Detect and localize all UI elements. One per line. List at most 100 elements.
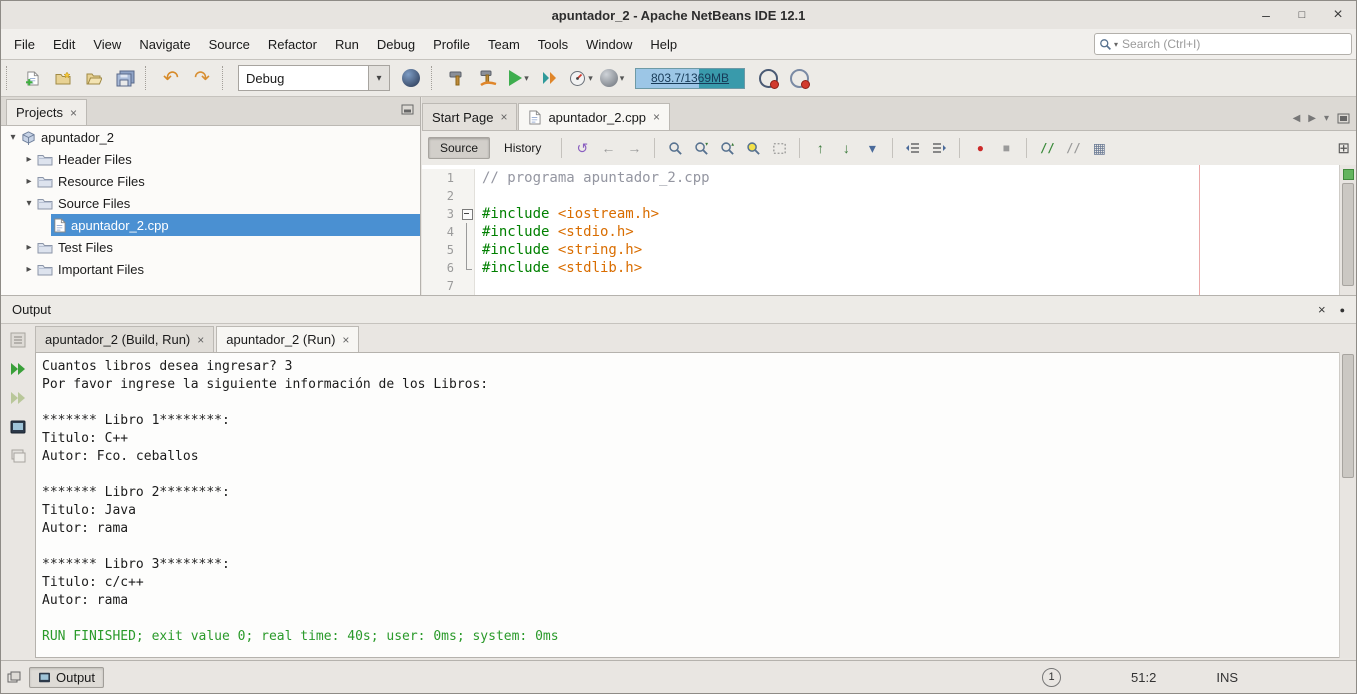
menu-item-navigate[interactable]: Navigate bbox=[130, 32, 199, 57]
close-icon[interactable]: × bbox=[197, 333, 204, 347]
fold-collapse-icon[interactable] bbox=[462, 209, 473, 220]
attach-profiler-button[interactable]: ▾ bbox=[598, 64, 626, 92]
inspect-members-icon[interactable]: ▦ bbox=[1087, 136, 1111, 160]
attach-dropdown-icon[interactable]: ▾ bbox=[620, 73, 625, 84]
back-icon[interactable]: ← bbox=[596, 136, 620, 160]
tab-projects[interactable]: Projects × bbox=[6, 99, 87, 125]
close-icon[interactable]: × bbox=[500, 110, 507, 124]
new-file-button[interactable] bbox=[18, 64, 46, 92]
find-next-icon[interactable] bbox=[689, 136, 713, 160]
menu-item-view[interactable]: View bbox=[84, 32, 130, 57]
code-line[interactable]: 1 // programa apuntador_2.cpp bbox=[422, 169, 1340, 187]
next-bookmark-icon[interactable]: ↓ bbox=[834, 136, 858, 160]
quick-search-box[interactable]: ▾ bbox=[1094, 33, 1352, 55]
menu-item-tools[interactable]: Tools bbox=[529, 32, 577, 57]
menu-item-window[interactable]: Window bbox=[577, 32, 641, 57]
code-line[interactable]: 2 bbox=[422, 187, 1340, 205]
debug-project-button[interactable] bbox=[536, 64, 564, 92]
previous-bookmark-icon[interactable]: ↑ bbox=[808, 136, 832, 160]
output-options-icon[interactable] bbox=[7, 329, 29, 351]
menu-item-help[interactable]: Help bbox=[641, 32, 686, 57]
configuration-dropdown-icon[interactable]: ▾ bbox=[368, 66, 389, 90]
close-icon[interactable]: × bbox=[342, 333, 349, 347]
expander-icon[interactable]: ▸ bbox=[23, 264, 35, 275]
undo-button[interactable]: ↶ bbox=[157, 64, 185, 92]
line-number[interactable]: 6 bbox=[422, 259, 459, 277]
code-line[interactable]: 5 #include <string.h> bbox=[422, 241, 1340, 259]
new-project-button[interactable] bbox=[49, 64, 77, 92]
forward-icon[interactable]: → bbox=[622, 136, 646, 160]
code-editor[interactable]: 1 // programa apuntador_2.cpp 2 3 #inclu… bbox=[422, 165, 1340, 295]
line-number[interactable]: 5 bbox=[422, 241, 459, 259]
split-document-icon[interactable]: ⊞ bbox=[1337, 139, 1350, 157]
find-previous-icon[interactable] bbox=[715, 136, 739, 160]
tree-item-apuntador-2-cpp[interactable]: apuntador_2.cpp bbox=[1, 214, 420, 236]
menu-item-refactor[interactable]: Refactor bbox=[259, 32, 326, 57]
rectangular-selection-icon[interactable] bbox=[767, 136, 791, 160]
tab-start-page[interactable]: Start Page × bbox=[422, 103, 517, 130]
profile-dropdown-icon[interactable]: ▾ bbox=[588, 73, 593, 84]
code-line[interactable]: 4 #include <stdio.h> bbox=[422, 223, 1340, 241]
tab-list-icon[interactable]: ▾ bbox=[1324, 113, 1329, 124]
scrollbar-thumb[interactable] bbox=[1342, 354, 1354, 478]
dock-window-icon[interactable] bbox=[7, 671, 21, 683]
scroll-tabs-left-icon[interactable]: ◀ bbox=[1293, 113, 1301, 124]
history-view-button[interactable]: History bbox=[492, 137, 553, 159]
minimize-window-button[interactable]: – bbox=[1256, 5, 1276, 25]
line-number[interactable]: 7 bbox=[422, 277, 459, 295]
uncomment-icon[interactable]: // bbox=[1061, 136, 1085, 160]
build-project-button[interactable] bbox=[443, 64, 471, 92]
last-edit-location-icon[interactable]: ↺ bbox=[570, 136, 594, 160]
shift-line-right-icon[interactable] bbox=[927, 136, 951, 160]
tree-item-resource-files[interactable]: ▸ Resource Files bbox=[1, 170, 420, 192]
tab-apuntador-2-cpp[interactable]: apuntador_2.cpp × bbox=[518, 103, 670, 130]
save-all-button[interactable] bbox=[111, 64, 139, 92]
menu-item-file[interactable]: File bbox=[5, 32, 44, 57]
code-line[interactable]: 6 #include <stdlib.h> bbox=[422, 259, 1340, 277]
maximize-panel-icon[interactable]: ● bbox=[1340, 305, 1345, 315]
close-icon[interactable]: × bbox=[653, 110, 660, 124]
search-dropdown-icon[interactable]: ▾ bbox=[1114, 40, 1118, 49]
title-bar[interactable]: apuntador_2 - Apache NetBeans IDE 12.1 –… bbox=[1, 1, 1356, 30]
run-dropdown-icon[interactable]: ▾ bbox=[524, 73, 529, 84]
rerun-with-options-icon[interactable] bbox=[7, 387, 29, 409]
expander-icon[interactable]: ▸ bbox=[23, 154, 35, 165]
close-window-button[interactable]: × bbox=[1328, 5, 1348, 25]
find-selection-icon[interactable] bbox=[663, 136, 687, 160]
line-number[interactable]: 4 bbox=[422, 223, 459, 241]
toggle-highlight-search-icon[interactable] bbox=[741, 136, 765, 160]
clean-build-project-button[interactable] bbox=[474, 64, 502, 92]
stop-macro-recording-icon[interactable]: ■ bbox=[994, 136, 1018, 160]
menu-item-debug[interactable]: Debug bbox=[368, 32, 424, 57]
menu-item-team[interactable]: Team bbox=[479, 32, 529, 57]
code-line[interactable]: 3 #include <iostream.h> bbox=[422, 205, 1340, 223]
profile-point-button[interactable] bbox=[754, 64, 782, 92]
redo-button[interactable]: ↷ bbox=[188, 64, 216, 92]
tree-item-source-files[interactable]: ▾ Source Files bbox=[1, 192, 420, 214]
start-macro-recording-icon[interactable]: ● bbox=[968, 136, 992, 160]
shift-line-left-icon[interactable] bbox=[901, 136, 925, 160]
output-toggle-button[interactable]: Output bbox=[29, 667, 104, 688]
notifications-icon[interactable]: 1 bbox=[1042, 668, 1061, 687]
tree-item-apuntador-2[interactable]: ▾ apuntador_2 bbox=[1, 126, 420, 148]
tree-item-test-files[interactable]: ▸ Test Files bbox=[1, 236, 420, 258]
configuration-select[interactable]: Debug ▾ bbox=[238, 65, 390, 91]
expander-icon[interactable]: ▾ bbox=[7, 132, 19, 143]
maximize-window-button[interactable]: □ bbox=[1292, 5, 1312, 25]
terminal-icon[interactable] bbox=[7, 416, 29, 438]
search-input[interactable] bbox=[1120, 36, 1347, 52]
expander-icon[interactable]: ▸ bbox=[23, 176, 35, 187]
clear-output-icon[interactable] bbox=[7, 445, 29, 467]
scrollbar-thumb[interactable] bbox=[1342, 183, 1354, 286]
line-number[interactable]: 2 bbox=[422, 187, 459, 205]
editor-scrollbar[interactable] bbox=[1339, 165, 1356, 295]
output-console[interactable]: Cuantos libros desea ingresar? 3 Por fav… bbox=[35, 352, 1340, 658]
globe-button[interactable] bbox=[397, 64, 425, 92]
scroll-tabs-right-icon[interactable]: ▶ bbox=[1308, 113, 1316, 124]
tree-item-important-files[interactable]: ▸ Important Files bbox=[1, 258, 420, 280]
menu-item-edit[interactable]: Edit bbox=[44, 32, 84, 57]
insert-mode-indicator[interactable]: INS bbox=[1216, 670, 1238, 685]
line-number[interactable]: 1 bbox=[422, 169, 459, 187]
open-project-button[interactable] bbox=[80, 64, 108, 92]
tab-apuntador-2-build-run[interactable]: apuntador_2 (Build, Run) × bbox=[35, 326, 214, 352]
